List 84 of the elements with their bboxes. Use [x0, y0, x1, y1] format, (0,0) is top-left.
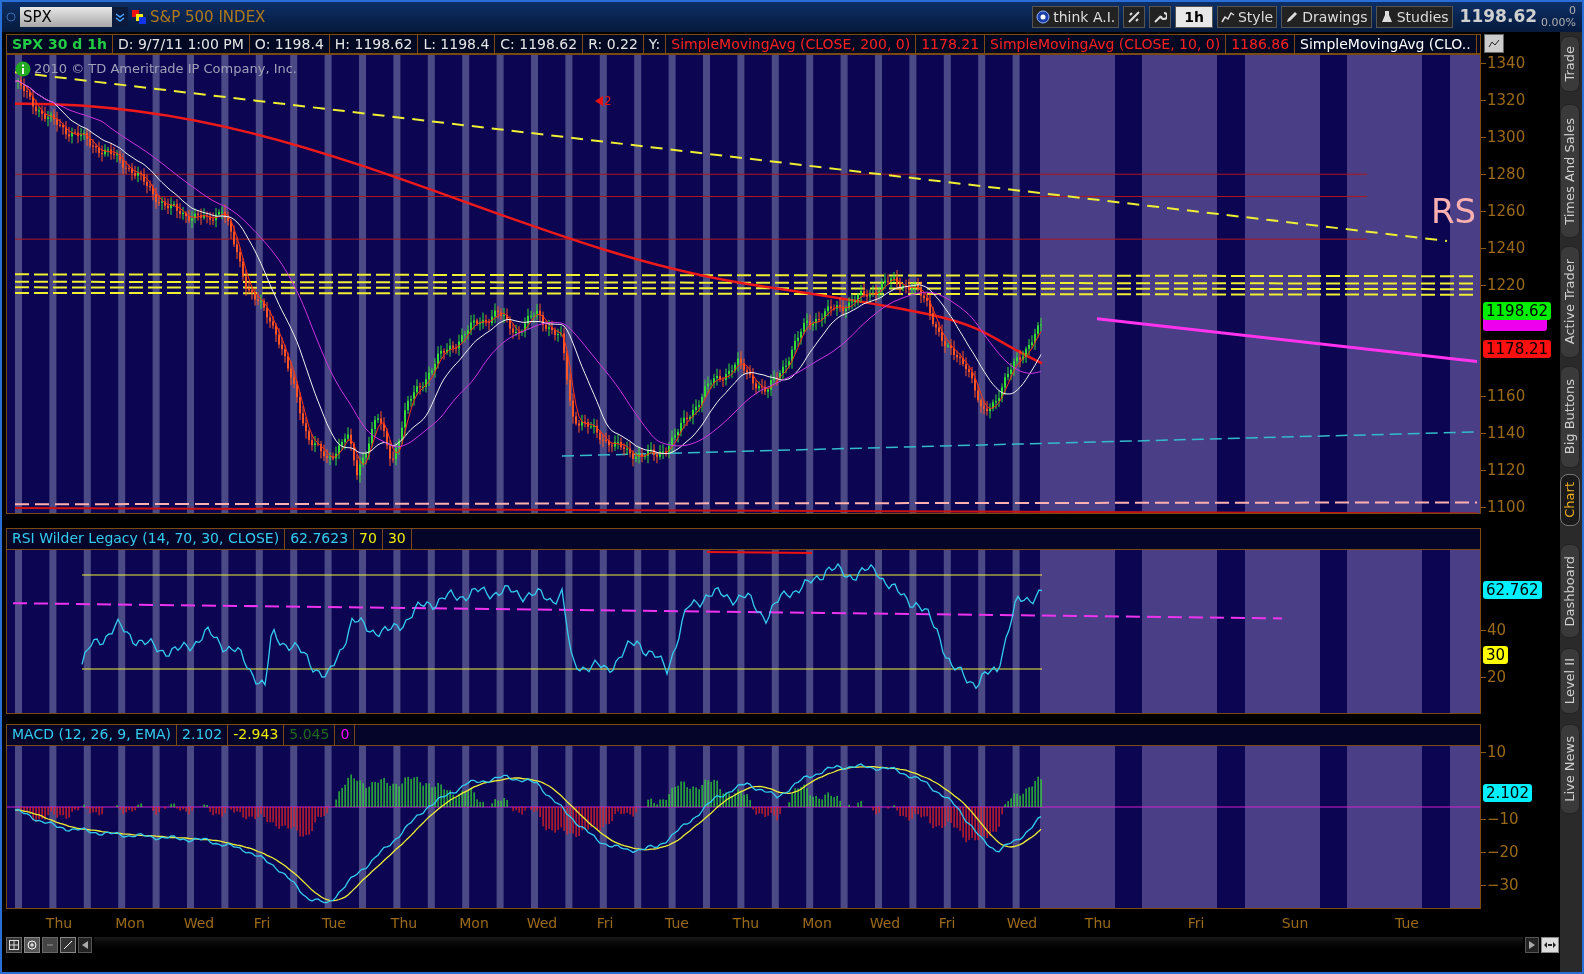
copyright-text: 2010 © TD Ameritrade IP Company, Inc. [34, 60, 297, 78]
price-marker: 62.762 [1483, 581, 1542, 599]
axis-label: 1100 [1486, 498, 1526, 516]
price-marker: 1178.21 [1483, 340, 1552, 358]
price-marker: 2.102 [1483, 784, 1532, 802]
study-label: Y: [648, 35, 661, 53]
study-label: SimpleMovingAvg (CLOSE, 10, 0) [990, 35, 1221, 53]
axis-label: Fri [253, 914, 271, 933]
study-label: 5.045 [289, 725, 330, 744]
last-price: 1198.62 [1459, 5, 1538, 29]
axis-label: 10 [1486, 743, 1507, 761]
axis-label: 1220 [1486, 276, 1526, 294]
axis-label: 1300 [1486, 128, 1526, 146]
study-label: H: 1198.62 [334, 35, 413, 53]
aggregation-button[interactable]: 1h [1175, 6, 1213, 28]
study-label: SimpleMovingAvg (CLOSE, 200, 0) [671, 35, 911, 53]
annotation-text: RS [1431, 191, 1477, 231]
toolbar-button[interactable]: Drawings [1281, 6, 1372, 28]
toolbar-button[interactable]: Style [1217, 6, 1278, 28]
side-tab[interactable]: Times And Sales [1560, 104, 1580, 238]
study-label: 30 [387, 529, 406, 548]
study-label: 62.7623 [290, 529, 349, 548]
axis-label: Sun [1281, 914, 1309, 933]
axis-label: 40 [1486, 621, 1507, 639]
toolbar-button[interactable]: Studies [1375, 6, 1453, 28]
study-label: 1178.21 [921, 35, 980, 53]
net-change: 0 [1569, 5, 1576, 17]
symbol-field[interactable]: SPX [20, 7, 128, 27]
side-tab[interactable]: Live News [1560, 724, 1580, 814]
axis-label: Tue [665, 914, 689, 933]
study-label: O: 1198.4 [254, 35, 324, 53]
axis-label: Wed [1006, 914, 1038, 933]
axis-label: 1140 [1486, 424, 1526, 442]
study-label: D: 9/7/11 1:00 PM [118, 35, 244, 53]
axis-label: Mon [115, 914, 145, 933]
study-label: L: 1198.4 [423, 35, 490, 53]
axis-label: 1260 [1486, 202, 1526, 220]
side-tab[interactable]: Trade [1560, 36, 1580, 92]
axis-label: Thu [732, 914, 760, 933]
side-tab[interactable]: Dashboard [1560, 544, 1580, 638]
study-label: 1186.86 [1231, 35, 1290, 53]
study-label: C: 1198.62 [500, 35, 578, 53]
axis-label: Thu [390, 914, 418, 933]
axis-label: Tue [1395, 914, 1419, 933]
axis-label: 20 [1486, 668, 1507, 686]
toolbar-button[interactable]: think A.I. [1032, 6, 1120, 28]
study-label: -2.943 [233, 725, 279, 744]
axis-label: 1340 [1486, 54, 1526, 72]
axis-label: Thu [45, 914, 73, 933]
axis-label: 1320 [1486, 91, 1526, 109]
axis-label: 1160 [1486, 387, 1526, 405]
axis-label: Wed [526, 914, 558, 933]
side-tab[interactable]: Chart [1560, 474, 1580, 526]
axis-label: Wed [869, 914, 901, 933]
bar-marker-label: 2 [603, 93, 612, 110]
axis-label: Thu [1084, 914, 1112, 933]
axis-label: 1240 [1486, 239, 1526, 257]
study-label: 0 [340, 725, 350, 744]
study-label: 70 [359, 529, 377, 548]
price-marker: 30 [1483, 646, 1509, 664]
study-label: R: 0.22 [588, 35, 638, 53]
symbol-description: S&P 500 INDEX [150, 6, 266, 28]
axis-label: Fri [938, 914, 956, 933]
axis-label: 1120 [1486, 461, 1526, 479]
study-label: 2.102 [182, 725, 223, 744]
side-tab[interactable]: Active Trader [1560, 246, 1580, 358]
axis-label: Mon [802, 914, 832, 933]
axis-label: −20 [1486, 843, 1519, 861]
side-tab[interactable]: Big Buttons [1560, 366, 1580, 468]
study-label: SPX 30 d 1h [12, 35, 107, 53]
axis-label: Fri [1187, 914, 1205, 933]
axis-label: Tue [322, 914, 346, 933]
study-label: SimpleMovingAvg (CLO.. [1300, 35, 1471, 53]
percent-change: 0.00% [1541, 17, 1576, 29]
study-label: RSI Wilder Legacy (14, 70, 30, CLOSE) [12, 529, 280, 548]
axis-label: Fri [596, 914, 614, 933]
axis-label: −10 [1486, 810, 1519, 828]
side-tab[interactable]: Level II [1560, 648, 1580, 714]
axis-label: Wed [183, 914, 215, 933]
axis-label: 1280 [1486, 165, 1526, 183]
price-marker: 1198.62 [1483, 302, 1552, 320]
axis-label: −30 [1486, 876, 1519, 894]
study-label: MACD (12, 26, 9, EMA) [12, 725, 172, 744]
axis-label: Mon [459, 914, 489, 933]
